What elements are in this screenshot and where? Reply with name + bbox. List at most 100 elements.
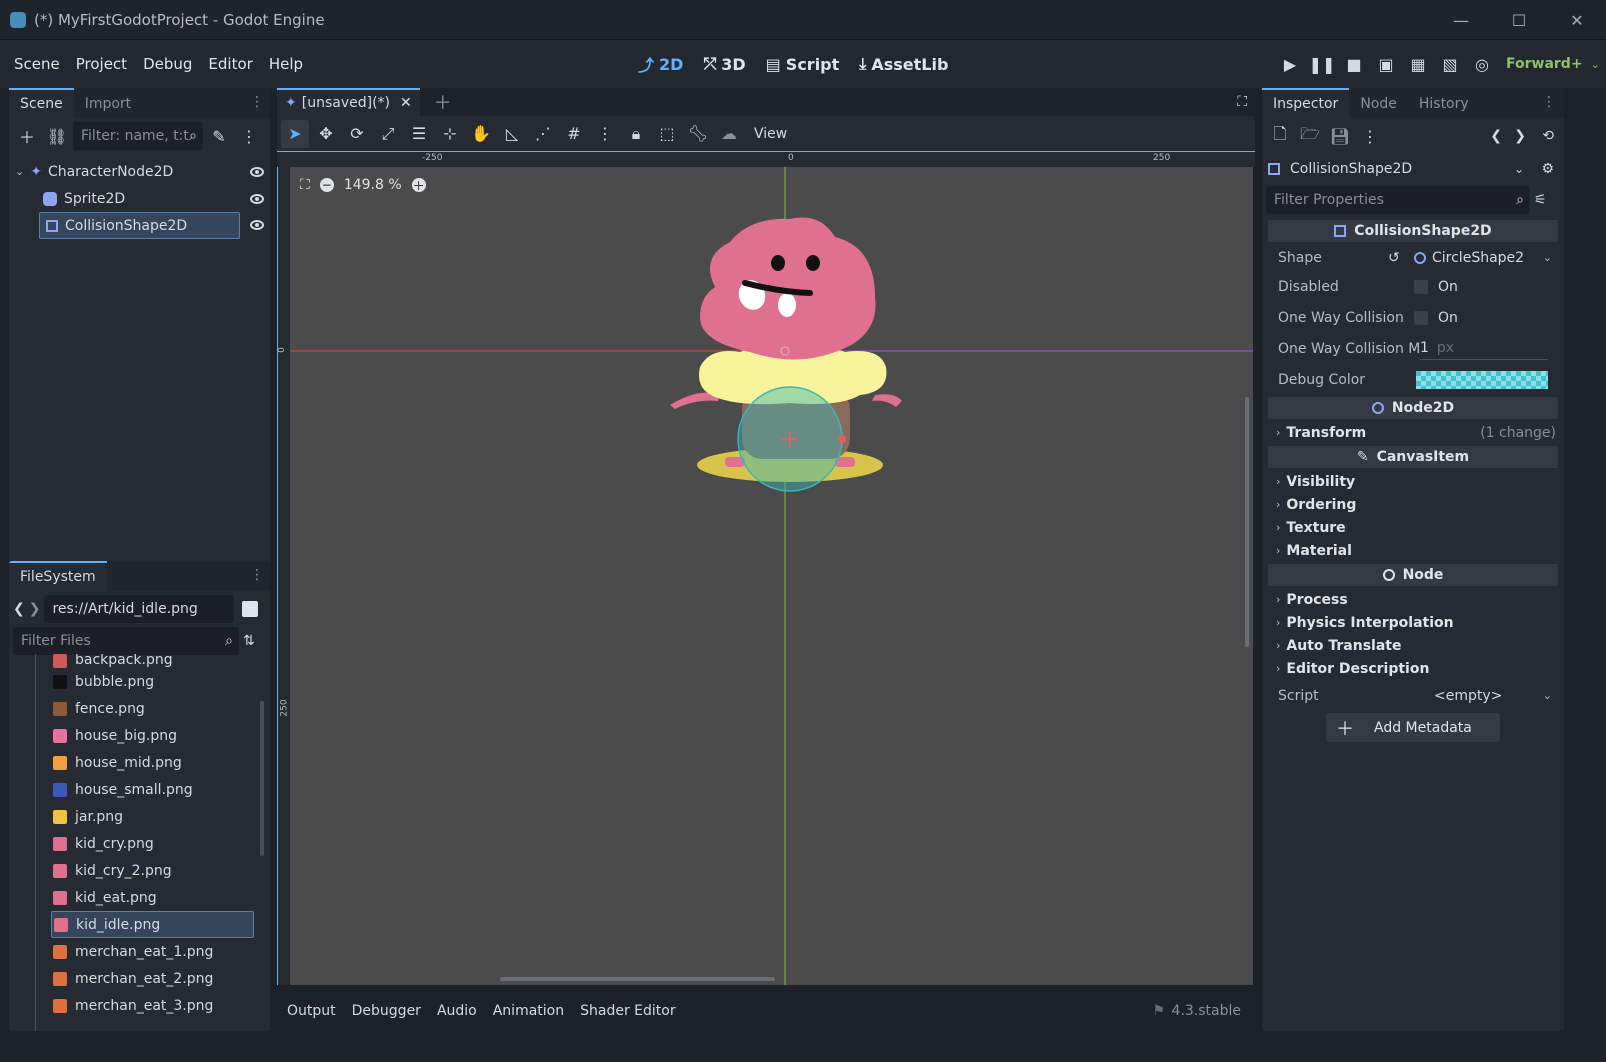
tab-output[interactable]: Output (287, 1003, 336, 1019)
split-mode-icon[interactable] (242, 601, 259, 617)
close-tab-icon[interactable]: ✕ (400, 95, 412, 111)
menu-editor[interactable]: Editor (200, 55, 260, 73)
tab-scene[interactable]: Scene (9, 88, 74, 118)
tab-history[interactable]: History (1408, 90, 1480, 118)
horizontal-scrollbar[interactable] (500, 977, 775, 981)
extra-options-icon[interactable]: ⋮ (1356, 122, 1384, 150)
stop-icon[interactable]: ■ (1340, 50, 1368, 78)
group-editor-description[interactable]: › Editor Description (1268, 657, 1558, 680)
file-item[interactable]: house_big.png (9, 722, 259, 749)
movie-maker-icon[interactable]: ◎ (1468, 50, 1496, 78)
vertical-scrollbar[interactable] (1245, 397, 1249, 647)
distraction-free-icon[interactable]: ⛶ (1237, 94, 1247, 110)
shape-resource-picker[interactable]: CircleShape2 (1414, 250, 1524, 266)
grid-snap-icon[interactable]: # (560, 120, 588, 148)
menu-help[interactable]: Help (261, 55, 311, 73)
dock-menu-icon[interactable]: ⋮ (250, 567, 264, 583)
smart-snap-icon[interactable]: ⋰ (529, 120, 557, 148)
scene-filter-input[interactable]: Filter: name, t:t ⌕ (73, 122, 203, 150)
file-item[interactable]: kid_cry.png (9, 830, 259, 857)
cloud-icon[interactable]: ☁ (715, 120, 743, 148)
margin-spinbox[interactable]: 1 px (1420, 338, 1548, 360)
remote-debug-icon[interactable]: ▣ (1372, 50, 1400, 78)
property-options-icon[interactable]: ⚟ (1534, 192, 1547, 208)
file-item[interactable]: backpack.png (9, 654, 259, 668)
file-item[interactable]: merchan_eat_3.png (9, 992, 259, 1019)
one-way-checkbox[interactable]: On (1414, 310, 1458, 326)
tab-shader-editor[interactable]: Shader Editor (580, 1003, 675, 1019)
play-icon[interactable]: ▶ (1276, 50, 1304, 78)
tab-audio[interactable]: Audio (437, 1003, 477, 1019)
list-select-icon[interactable]: ☰ (405, 120, 433, 148)
play-custom-scene-icon[interactable]: ▧ (1436, 50, 1464, 78)
menu-project[interactable]: Project (68, 55, 135, 73)
tab-inspector[interactable]: Inspector (1262, 88, 1350, 118)
pause-icon[interactable]: ❚❚ (1308, 50, 1336, 78)
file-item[interactable]: house_small.png (9, 776, 259, 803)
menu-scene[interactable]: Scene (6, 55, 68, 73)
revert-icon[interactable]: ↺ (1388, 250, 1400, 266)
ruler-icon[interactable]: ◺ (498, 120, 526, 148)
dock-menu-icon[interactable]: ⋮ (250, 94, 264, 110)
add-node-icon[interactable]: ＋ (13, 122, 41, 150)
scene-tab[interactable]: ✦ [unsaved](*) ✕ (277, 88, 420, 116)
group-process[interactable]: › Process (1268, 588, 1558, 611)
back-icon[interactable]: ❮ (13, 601, 25, 617)
rotate-mode-icon[interactable]: ⟳ (343, 120, 371, 148)
scene-menu-icon[interactable]: ⋮ (235, 122, 263, 150)
tree-item-sprite2d[interactable]: Sprite2D (9, 185, 270, 212)
minimize-button[interactable]: — (1432, 0, 1490, 40)
attach-script-icon[interactable]: ✎ (205, 122, 233, 150)
file-item[interactable]: kid_idle.png (51, 911, 254, 938)
tab-animation[interactable]: Animation (493, 1003, 564, 1019)
filter-properties-input[interactable]: Filter Properties ⌕ (1266, 186, 1530, 214)
recent-history-icon[interactable]: ⟲ (1542, 128, 1554, 144)
object-selector[interactable]: CollisionShape2D ⌄ ⚙ (1262, 154, 1564, 184)
workspace-script-button[interactable]: ▤ Script (766, 52, 840, 76)
forward-icon[interactable]: ❯ (29, 601, 41, 617)
chevron-down-icon[interactable]: ⌄ (1543, 251, 1552, 264)
path-input[interactable]: res://Art/kid_idle.png (44, 595, 235, 623)
canvas-viewport[interactable]: ⛶ − 149.8 % ＋ (290, 167, 1253, 985)
visibility-eye-icon[interactable] (250, 193, 264, 204)
bone-icon[interactable]: 🦴︎ (684, 120, 712, 148)
file-item[interactable]: kid_eat.png (9, 884, 259, 911)
save-icon[interactable]: 💾︎ (1326, 122, 1354, 150)
group-texture[interactable]: › Texture (1268, 516, 1558, 539)
workspace-3d-button[interactable]: ⤱ 3D (703, 52, 745, 76)
tree-item-charactnode[interactable]: ⌄ ✦ CharacterNode2D (9, 158, 270, 185)
file-item[interactable]: house_mid.png (9, 749, 259, 776)
menu-debug[interactable]: Debug (135, 55, 200, 73)
file-item[interactable]: fence.png (9, 695, 259, 722)
close-window-button[interactable]: ✕ (1548, 0, 1606, 40)
add-tab-icon[interactable]: ＋ (434, 89, 452, 115)
file-item[interactable]: jar.png (9, 803, 259, 830)
file-item[interactable]: merchan_eat_1.png (9, 938, 259, 965)
chevron-down-icon[interactable]: ⌄ (1543, 689, 1552, 702)
node-tool-icon[interactable]: ⚙ (1541, 161, 1554, 177)
script-picker[interactable]: <empty> (1434, 688, 1502, 704)
filter-files-input[interactable]: Filter Files ⌕ (13, 627, 239, 655)
snap-options-icon[interactable]: ⋮ (591, 120, 619, 148)
link-icon[interactable]: ⛓ (43, 122, 71, 150)
scale-mode-icon[interactable]: ⤢ (374, 120, 402, 148)
pan-icon[interactable]: ✋ (467, 120, 495, 148)
select-mode-icon[interactable]: ➤ (281, 119, 309, 148)
group-ordering[interactable]: › Ordering (1268, 493, 1558, 516)
workspace-2d-button[interactable]: ⤴ 2D (638, 52, 683, 76)
group-auto-translate[interactable]: › Auto Translate (1268, 634, 1558, 657)
file-item[interactable]: merchan_eat_2.png (9, 965, 259, 992)
tree-item-collisionshape2d[interactable]: CollisionShape2D (39, 212, 240, 239)
tab-import[interactable]: Import (74, 90, 142, 118)
tab-node[interactable]: Node (1349, 90, 1408, 118)
group-transform[interactable]: › Transform (1 change) (1268, 421, 1558, 444)
workspace-assetlib-button[interactable]: ⤓ AssetLib (859, 52, 948, 76)
group-icon[interactable]: ⬚ (653, 120, 681, 148)
view-menu-button[interactable]: View (754, 126, 787, 142)
history-forward-icon[interactable]: ❯ (1514, 128, 1526, 144)
visibility-eye-icon[interactable] (250, 220, 264, 230)
lock-icon[interactable]: 🔒︎ (622, 120, 650, 148)
history-back-icon[interactable]: ❮ (1490, 128, 1502, 144)
dock-menu-icon[interactable]: ⋮ (1542, 94, 1556, 110)
pivot-icon[interactable]: ⊹ (436, 120, 464, 148)
